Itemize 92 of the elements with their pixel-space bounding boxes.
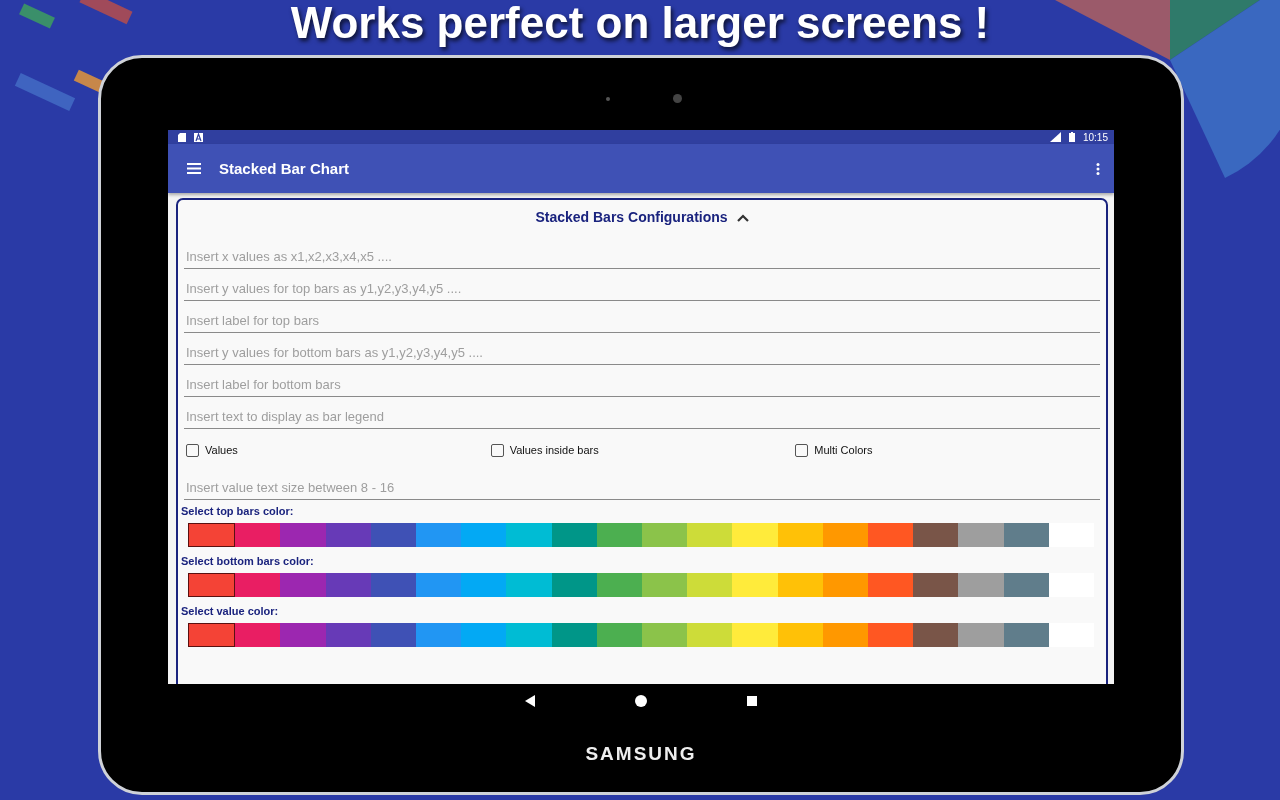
color-swatch[interactable]	[551, 623, 597, 647]
color-swatch[interactable]	[416, 573, 462, 597]
color-swatch[interactable]	[1048, 623, 1095, 647]
color-swatch[interactable]	[642, 573, 688, 597]
color-swatch[interactable]	[732, 523, 778, 547]
checkbox[interactable]	[490, 443, 504, 457]
color-swatch[interactable]	[235, 523, 281, 547]
color-swatch[interactable]	[235, 623, 281, 647]
panel-title: Stacked Bars Configurations	[535, 209, 728, 225]
color-swatch[interactable]	[822, 623, 869, 647]
color-swatch[interactable]	[913, 523, 959, 547]
battery-icon	[1068, 132, 1075, 142]
color-swatch[interactable]	[868, 523, 914, 547]
input-field[interactable]: Insert x values as x1,x2,x3,x4,x5 ....	[184, 245, 1100, 269]
more-options-icon[interactable]	[1096, 162, 1100, 175]
color-swatch[interactable]	[1003, 623, 1049, 647]
color-swatch[interactable]	[506, 623, 552, 647]
color-swatch[interactable]	[280, 573, 326, 597]
input-field[interactable]: Insert value text size between 8 - 16	[184, 476, 1100, 500]
color-swatch[interactable]	[506, 523, 552, 547]
color-swatch[interactable]	[732, 573, 778, 597]
status-time: 10:15	[1082, 131, 1108, 143]
color-swatch[interactable]	[280, 523, 326, 547]
color-swatch[interactable]	[325, 523, 371, 547]
color-swatch[interactable]	[461, 573, 507, 597]
checkbox[interactable]	[795, 443, 809, 457]
color-swatch[interactable]	[461, 523, 507, 547]
color-swatch[interactable]	[188, 523, 236, 547]
color-swatch[interactable]	[868, 573, 914, 597]
color-swatch[interactable]	[551, 523, 597, 547]
checkbox[interactable]	[186, 443, 199, 457]
color-swatch[interactable]	[1003, 523, 1049, 547]
color-swatch[interactable]	[687, 623, 733, 647]
color-swatch[interactable]	[551, 573, 597, 597]
camera-icon	[673, 94, 682, 103]
color-swatch[interactable]	[370, 623, 416, 647]
color-swatch[interactable]	[822, 573, 869, 597]
recents-icon[interactable]	[747, 696, 757, 706]
headline: Works perfect on larger screens !	[289, 0, 991, 49]
color-swatch[interactable]	[325, 573, 371, 597]
color-swatch[interactable]	[416, 623, 462, 647]
color-swatch[interactable]	[280, 623, 326, 647]
color-swatch[interactable]	[732, 623, 778, 647]
palette-label: Select bottom bars color:	[180, 554, 315, 568]
app-title: Stacked Bar Chart	[219, 160, 351, 177]
color-swatch[interactable]	[958, 623, 1004, 647]
color-swatch[interactable]	[913, 573, 959, 597]
color-swatch[interactable]	[642, 623, 688, 647]
palette-label: Select top bars color:	[180, 504, 295, 518]
palette-label: Select value color:	[180, 604, 280, 618]
checkbox-label: Values	[205, 444, 238, 456]
color-swatch[interactable]	[506, 573, 552, 597]
sensor-icon	[606, 97, 610, 101]
checkbox-label: Values inside bars	[509, 444, 599, 456]
color-swatch[interactable]	[1003, 573, 1049, 597]
color-swatch[interactable]	[325, 623, 371, 647]
color-swatch[interactable]	[188, 623, 236, 647]
color-swatch[interactable]	[188, 573, 236, 597]
brand-logo: SAMSUNG	[584, 743, 698, 765]
signal-icon	[1049, 132, 1061, 142]
color-swatch[interactable]	[596, 623, 643, 647]
color-swatch[interactable]	[416, 523, 462, 547]
input-field[interactable]: Insert y values for bottom bars as y1,y2,y3,y4,y5 ....	[184, 341, 1100, 365]
color-swatch[interactable]	[642, 523, 688, 547]
back-icon[interactable]	[525, 695, 535, 707]
color-swatch[interactable]	[235, 573, 281, 597]
color-swatch[interactable]	[596, 573, 643, 597]
checkbox-label: Multi Colors	[814, 444, 873, 456]
color-swatch[interactable]	[687, 523, 733, 547]
color-swatch[interactable]	[777, 573, 823, 597]
color-swatch[interactable]	[370, 523, 416, 547]
color-swatch[interactable]	[461, 623, 507, 647]
home-icon[interactable]	[635, 695, 647, 707]
chevron-up-icon[interactable]	[736, 214, 749, 222]
color-swatch[interactable]	[777, 523, 823, 547]
input-field[interactable]: Insert label for top bars	[184, 309, 1100, 333]
color-swatch[interactable]	[822, 523, 869, 547]
color-swatch[interactable]	[913, 623, 959, 647]
color-swatch[interactable]	[1048, 523, 1095, 547]
color-swatch[interactable]	[868, 623, 914, 647]
sd-card-icon	[178, 132, 186, 142]
color-swatch[interactable]	[687, 573, 733, 597]
input-field[interactable]: Insert text to display as bar legend	[184, 405, 1100, 429]
color-swatch[interactable]	[958, 523, 1004, 547]
menu-icon[interactable]	[187, 163, 201, 174]
input-field[interactable]: Insert label for bottom bars	[184, 373, 1100, 397]
color-swatch[interactable]	[596, 523, 643, 547]
color-swatch[interactable]	[370, 573, 416, 597]
input-field[interactable]: Insert y values for top bars as y1,y2,y3,y4,y5 ....	[184, 277, 1100, 301]
color-swatch[interactable]	[1048, 573, 1095, 597]
color-swatch[interactable]	[958, 573, 1004, 597]
color-swatch[interactable]	[777, 623, 823, 647]
